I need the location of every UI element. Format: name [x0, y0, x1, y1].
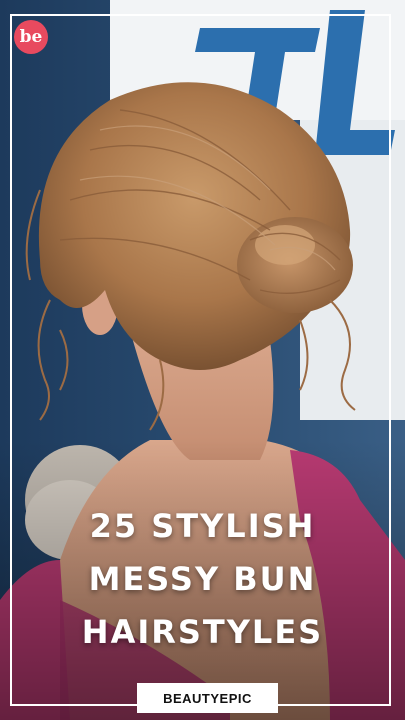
pin-card: be 25 STYLISH MESSY BUN HAIRSTYLES BEAUT… [0, 0, 405, 720]
headline-line-1: 25 STYLISH [89, 507, 316, 545]
headline-line-2: MESSY BUN [88, 560, 317, 598]
headline: 25 STYLISH MESSY BUN HAIRSTYLES [0, 500, 405, 659]
headline-line-3: HAIRSTYLES [81, 613, 324, 651]
brand-badge: BEAUTYEPIC [137, 683, 278, 713]
beautyepic-logo-icon: be [14, 20, 48, 54]
